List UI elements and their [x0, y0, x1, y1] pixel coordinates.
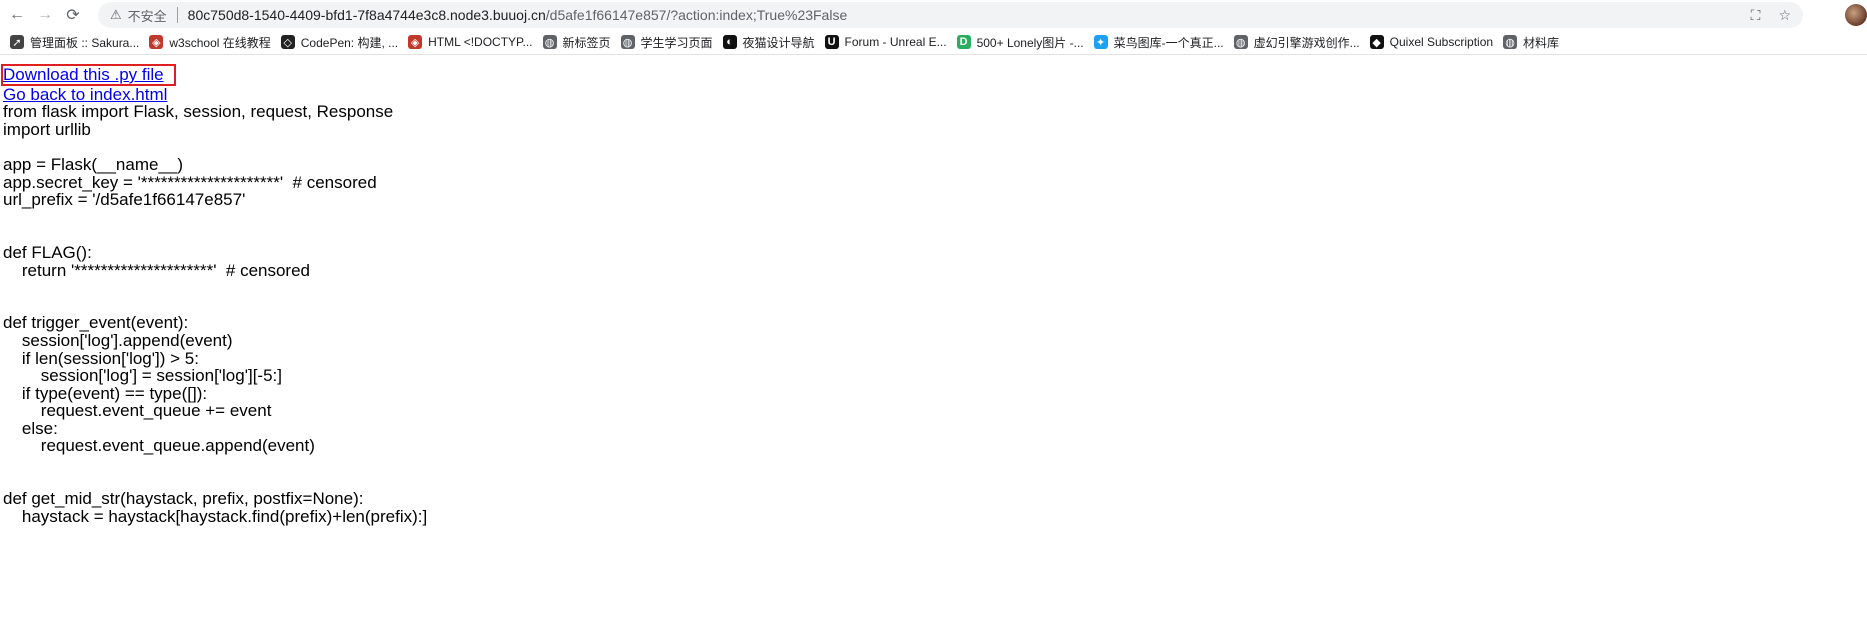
bookmark-label: 管理面板 :: Sakura... [30, 35, 140, 50]
bookmark-label: 材料库 [1523, 35, 1560, 50]
bookmark-item[interactable]: ◇ CodePen: 构建, ... [280, 34, 399, 51]
page-content: Download this .py file Go back to index.… [1, 64, 1863, 525]
code-line: app = Flask(__name__) [3, 154, 184, 174]
bookmark-item[interactable]: ◍ 材料库 [1503, 34, 1559, 51]
bookmark-item[interactable]: ◆ Quixel Subscription [1369, 35, 1494, 49]
code-line: def trigger_event(event): [3, 313, 189, 333]
bookmark-label: CodePen: 构建, ... [300, 35, 399, 50]
bookmark-item[interactable]: ➚ 管理面板 :: Sakura... [10, 34, 139, 51]
cat-icon: ◐ [722, 35, 737, 49]
translate-icon[interactable]: ⛶ [1751, 7, 1761, 24]
code-line: def FLAG(): [3, 242, 92, 262]
code-line: def get_mid_str(haystack, prefix, postfi… [3, 489, 364, 509]
bookmark-item[interactable]: ✦ 菜鸟图库-一个真正... [1093, 34, 1224, 51]
w3school-icon: ◈ [408, 35, 423, 49]
code-line: url_prefix = '/d5afe1f66147e857' [3, 190, 246, 210]
bookmark-item[interactable]: ◐ 夜猫设计导航 [722, 34, 815, 51]
code-line: if type(event) == type([]): [3, 383, 208, 403]
code-line: haystack = haystack[haystack.find(prefix… [3, 506, 428, 526]
url-path: /d5afe1f66147e857/?action:index;True%23F… [545, 7, 848, 23]
globe-icon: ◍ [542, 35, 557, 49]
code-line: request.event_queue.append(event) [3, 436, 315, 456]
download-link-highlight: Download this .py file [1, 64, 176, 86]
code-line: import urllib [3, 119, 91, 139]
bookmark-item[interactable]: ◍ 新标签页 [542, 34, 611, 51]
bookmark-item[interactable]: ◈ w3school 在线教程 [149, 34, 271, 51]
source-code: from flask import Flask, session, reques… [3, 103, 1863, 525]
bookmark-label: 500+ Lonely图片 -... [976, 35, 1084, 50]
rocket-icon: ➚ [10, 35, 24, 49]
lonely-icon: D [956, 35, 971, 49]
bookmark-label: 学生学习页面 [640, 35, 713, 50]
bookmark-star-icon[interactable]: ☆ [1778, 7, 1791, 24]
unreal-icon: U [824, 35, 839, 49]
back-button[interactable]: ← [6, 4, 28, 26]
bookmark-label: 虚幻引擎游戏创作... [1253, 35, 1360, 50]
reload-icon: ⟳ [66, 7, 80, 24]
bookmark-label: 新标签页 [562, 35, 611, 50]
code-line: if len(session['log']) > 5: [3, 348, 199, 368]
globe-icon: ◍ [1503, 35, 1518, 49]
quixel-icon: ◆ [1369, 35, 1384, 49]
reload-button[interactable]: ⟳ [62, 4, 84, 26]
bookmark-item[interactable]: ◍ 学生学习页面 [620, 34, 713, 51]
bookmarks-bar: ➚ 管理面板 :: Sakura... ◈ w3school 在线教程 ◇ CodePen… [0, 30, 1867, 55]
bookmark-label: 夜猫设计导航 [742, 35, 815, 50]
bookmark-item[interactable]: U Forum - Unreal E... [824, 35, 947, 49]
code-line: return '*********************' # censore… [3, 260, 311, 280]
bookmark-label: 菜鸟图库-一个真正... [1113, 35, 1224, 50]
address-bar[interactable]: ⚠ 不安全 80c750d8-1540-4409-bfd1-7f8a4744e3… [98, 2, 1803, 28]
w3school-icon: ◈ [149, 35, 164, 49]
download-py-link[interactable]: Download this .py file [3, 66, 164, 84]
bookmark-item[interactable]: ◍ 虚幻引擎游戏创作... [1233, 34, 1360, 51]
bookmark-label: Quixel Subscription [1389, 35, 1494, 49]
code-line: app.secret_key = '*********************'… [3, 172, 377, 192]
forward-button[interactable]: → [34, 4, 56, 26]
bookmark-item[interactable]: D 500+ Lonely图片 -... [956, 34, 1084, 51]
warning-icon: ⚠ [110, 7, 122, 22]
globe-icon: ◍ [620, 35, 635, 49]
globe-icon: ◍ [1233, 35, 1248, 49]
codepen-icon: ◇ [280, 35, 295, 49]
back-to-index-link[interactable]: Go back to index.html [3, 85, 167, 104]
arrow-left-icon: ← [9, 6, 25, 23]
omnibox-actions: ⛶ ☆ [1751, 2, 1791, 28]
bookmark-label: HTML <!DOCTYP... [428, 35, 533, 49]
code-line: request.event_queue += event [3, 401, 272, 421]
bookmark-item[interactable]: ◈ HTML <!DOCTYP... [408, 35, 533, 49]
bird-icon: ✦ [1093, 35, 1108, 49]
arrow-right-icon: → [37, 6, 53, 23]
browser-toolbar: ← → ⟳ ⚠ 不安全 80c750d8-1540-4409-bfd1-7f8a… [0, 0, 1867, 30]
code-line: else: [3, 418, 58, 438]
profile-avatar[interactable] [1845, 4, 1867, 26]
insecure-label[interactable]: 不安全 [128, 6, 167, 25]
bookmark-label: w3school 在线教程 [169, 35, 271, 50]
bookmark-label: Forum - Unreal E... [844, 35, 947, 49]
code-line: session['log'] = session['log'][-5:] [3, 366, 282, 386]
address-divider [176, 7, 178, 23]
url-host: 80c750d8-1540-4409-bfd1-7f8a4744e3c8.nod… [187, 7, 546, 23]
code-line: from flask import Flask, session, reques… [3, 102, 394, 122]
code-line: session['log'].append(event) [3, 330, 233, 350]
